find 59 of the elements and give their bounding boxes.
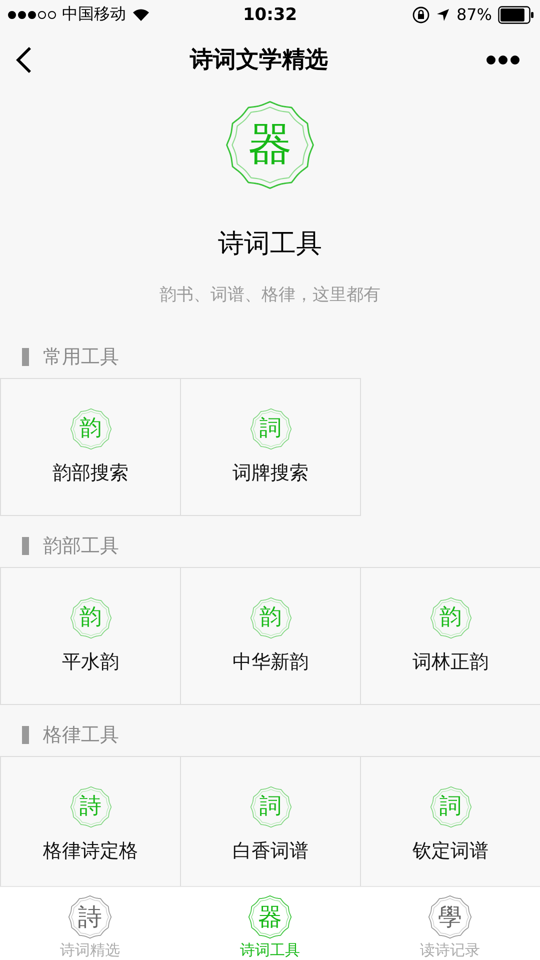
seal-character: 詞 (260, 418, 282, 440)
section-heading: 诗词工具 (218, 228, 322, 261)
status-time: 10:32 (242, 4, 298, 25)
tool-tile[interactable]: 詩 格律诗定格 (0, 756, 181, 886)
seal-frame-icon (68, 895, 112, 939)
subtitle-text: 韵书、词谱、格律，这里都有 (160, 284, 380, 306)
seal-character: 器 (258, 905, 282, 929)
seal-character: 韵 (80, 606, 102, 629)
seal-character: 韵 (260, 606, 282, 629)
more-icon[interactable] (486, 54, 520, 65)
seal-character: 詩 (80, 796, 102, 818)
tool-tile[interactable]: 韵 词林正韵 (360, 566, 540, 705)
tool-label: 词牌搜索 (232, 460, 308, 486)
seal-character: 韵 (440, 606, 462, 629)
seal-character: 詞 (260, 796, 282, 818)
back-icon[interactable] (16, 46, 32, 74)
battery-icon (498, 6, 534, 24)
seal-frame-icon (248, 895, 292, 939)
rotation-lock-icon (412, 6, 430, 24)
tool-label: 中华新韵 (232, 650, 308, 675)
tool-tile[interactable]: 韵 平水韵 (0, 566, 181, 705)
location-arrow-icon (436, 8, 450, 22)
seal-frame-icon (250, 596, 292, 639)
seal-frame-icon (250, 408, 292, 450)
seal-frame-icon (250, 786, 292, 828)
tool-tile[interactable]: 韵 中华新韵 (180, 566, 361, 705)
tool-label: 钦定词谱 (412, 838, 488, 864)
seal-character: 學 (438, 905, 462, 929)
tab-item[interactable]: 學 读诗记录 (360, 887, 540, 960)
seal-character: 詞 (440, 796, 462, 818)
tool-label: 白香词谱 (232, 838, 308, 864)
section-title: 格律工具 (43, 722, 119, 748)
seal-character: 器 (248, 122, 292, 167)
tool-tile[interactable]: 韵 韵部搜索 (0, 378, 181, 516)
section-title: 常用工具 (43, 344, 119, 370)
section-marker (22, 348, 29, 366)
seal-frame-icon (430, 786, 472, 828)
seal-frame-icon (70, 786, 112, 828)
tab-item[interactable]: 詩 诗词精选 (0, 887, 180, 960)
page-title: 诗词文学精选 (190, 46, 328, 76)
tool-label: 格律诗定格 (43, 838, 138, 864)
seal-frame-icon (70, 408, 112, 450)
section-marker (22, 726, 29, 744)
tool-tile[interactable]: 詞 词牌搜索 (180, 378, 361, 516)
battery-percent: 87% (456, 5, 492, 24)
tool-label: 韵部搜索 (52, 460, 128, 486)
seal-character: 韵 (80, 418, 102, 440)
seal-character: 詩 (78, 905, 102, 929)
section-title: 韵部工具 (43, 534, 119, 559)
tool-label: 词林正韵 (412, 650, 488, 675)
seal-frame-icon (430, 596, 472, 639)
seal-frame-icon (70, 596, 112, 639)
seal-frame-icon (225, 100, 315, 190)
section-marker (22, 536, 29, 555)
wifi-icon (132, 8, 150, 22)
carrier-name: 中国移动 (62, 4, 126, 26)
signal-icon (8, 10, 56, 19)
tool-label: 平水韵 (62, 650, 119, 675)
seal-frame-icon (428, 895, 472, 939)
